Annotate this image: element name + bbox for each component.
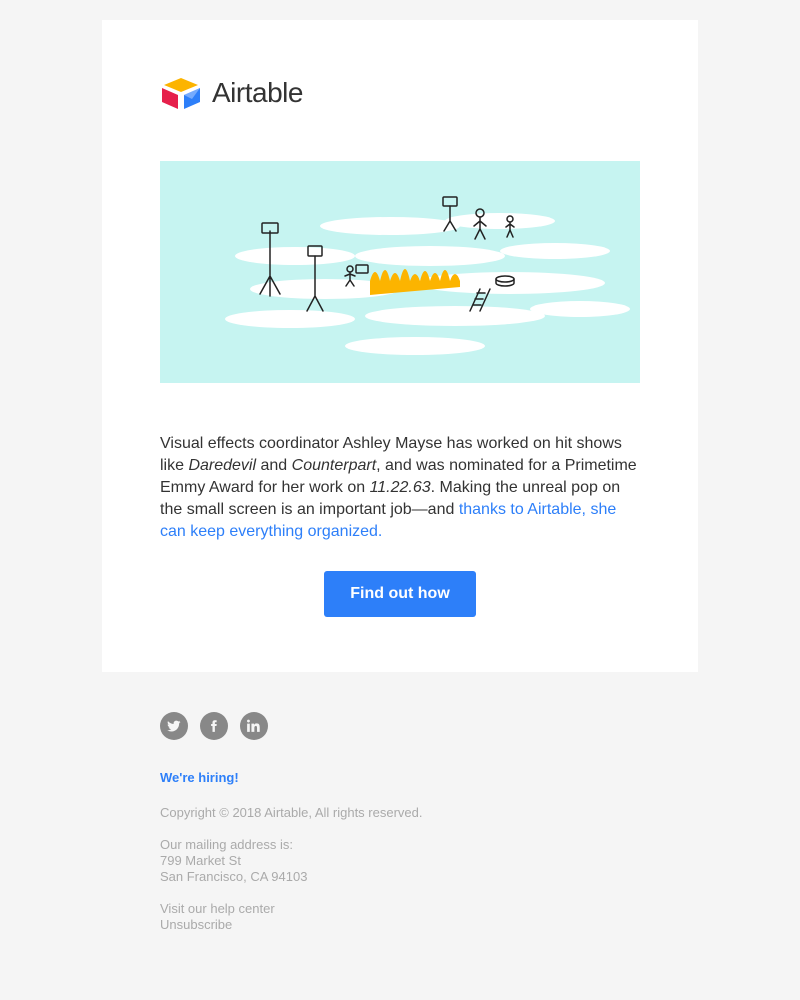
body-text-2: and [256, 457, 292, 474]
airtable-logo-icon [160, 75, 202, 111]
body-em-1: Daredevil [188, 457, 256, 474]
help-center-link[interactable]: Visit our help center [160, 901, 640, 917]
body-em-2: Counterpart [292, 457, 377, 474]
logo[interactable]: Airtable [160, 75, 640, 111]
social-row [160, 712, 640, 740]
linkedin-icon[interactable] [240, 712, 268, 740]
facebook-icon[interactable] [200, 712, 228, 740]
footer-links: Visit our help center Unsubscribe [160, 901, 640, 933]
copyright-text: Copyright © 2018 Airtable, All rights re… [160, 805, 640, 821]
address-label: Our mailing address is: [160, 837, 640, 853]
twitter-icon[interactable] [160, 712, 188, 740]
card-inner: Airtable [102, 20, 698, 672]
cta-wrap: Find out how [160, 571, 640, 617]
body-paragraph: Visual effects coordinator Ashley Mayse … [160, 433, 640, 543]
footer: We're hiring! Copyright © 2018 Airtable,… [102, 672, 698, 973]
address-block: Our mailing address is: 799 Market St Sa… [160, 837, 640, 885]
body-em-3: 11.22.63 [370, 479, 431, 496]
find-out-how-button[interactable]: Find out how [324, 571, 476, 617]
unsubscribe-link[interactable]: Unsubscribe [160, 917, 640, 933]
hero-illustration [160, 161, 640, 383]
address-line-2: San Francisco, CA 94103 [160, 869, 640, 885]
logo-wordmark: Airtable [212, 77, 303, 109]
email-card: Airtable [102, 20, 698, 672]
hiring-link[interactable]: We're hiring! [160, 770, 640, 785]
address-line-1: 799 Market St [160, 853, 640, 869]
